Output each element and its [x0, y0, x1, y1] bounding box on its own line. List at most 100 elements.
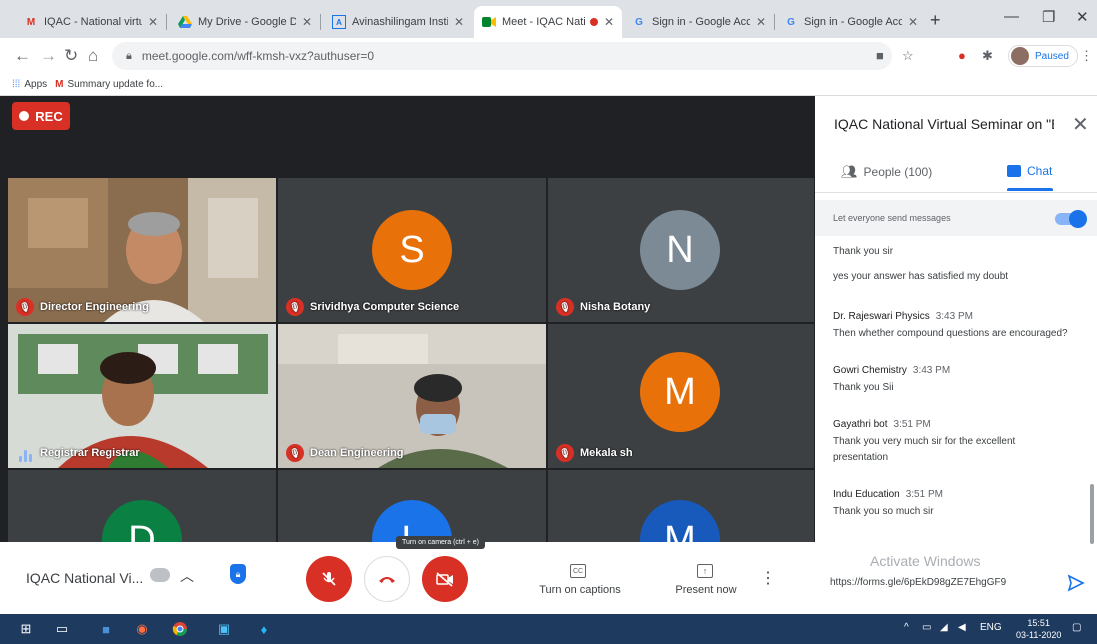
participant-nametag: 🎙︎ Mekala sh [556, 444, 633, 462]
reload-icon[interactable]: ↻ [64, 46, 78, 66]
camera-indicator-icon[interactable]: ■ [876, 48, 884, 63]
participant-tile-srividhya[interactable]: S 🎙︎ Srividhya Computer Science [278, 178, 546, 322]
home-icon[interactable]: ⌂ [88, 46, 98, 66]
record-dot-icon [19, 111, 30, 121]
puzzle-icon[interactable]: ✱ [982, 48, 993, 64]
tray-chevron-icon[interactable]: ^ [904, 622, 909, 633]
restore-icon[interactable]: ❐ [1042, 8, 1055, 26]
participant-name: Srividhya Computer Science [310, 301, 460, 313]
participant-tile-dean[interactable]: 🎙︎ Dean Engineering [278, 324, 546, 468]
message-time: 3:43 PM [935, 311, 973, 322]
participant-tile-director[interactable]: 🎙︎ Director Engineering [8, 178, 276, 322]
tab-title: IQAC - National virtual [44, 16, 142, 28]
chat-composer: https://forms.gle/6pEkD98gZE7EhgGF9 [815, 568, 1097, 604]
call-controls-bar: IQAC National Vi... ︿ 🔒︎ CC Turn on capt… [0, 542, 815, 614]
camera-toggle-button[interactable] [422, 556, 468, 602]
message-time: 3:43 PM [912, 365, 951, 376]
tab-meet[interactable]: Meet - IQAC Natio... ✕ [474, 6, 622, 38]
minimize-icon[interactable]: — [1004, 8, 1019, 25]
meeting-details-icon[interactable] [150, 568, 170, 582]
chat-message-input[interactable]: https://forms.gle/6pEkD98gZE7EhgGF9 [830, 577, 1040, 588]
mic-off-icon [322, 572, 336, 586]
more-options-icon[interactable]: ⋮ [760, 568, 776, 588]
participant-tile-nisha[interactable]: N 🎙︎ Nisha Botany [548, 178, 814, 322]
captions-icon: CC [570, 564, 586, 578]
tab-gmail-iqac[interactable]: M IQAC - National virtual ✕ [16, 6, 166, 38]
close-tab-icon[interactable]: ✕ [908, 15, 918, 29]
present-icon: ↑ [697, 564, 713, 578]
apps-grid-icon: ⁞⁞⁞ [12, 79, 21, 90]
drive-icon [178, 15, 192, 29]
menu-kebab-icon[interactable]: ⋮ [1080, 48, 1093, 64]
lock-icon: 🔒︎ [126, 49, 132, 62]
back-arrow-icon[interactable]: ← [14, 46, 31, 66]
present-now-button[interactable]: Present now [656, 584, 756, 596]
tab-chat[interactable]: Chat [1007, 164, 1052, 178]
avatar: M [640, 352, 720, 432]
camera-off-icon [436, 572, 453, 587]
captions-button[interactable]: Turn on captions [530, 584, 630, 596]
new-tab-button[interactable]: + [930, 10, 941, 31]
tab-avinashilingam[interactable]: A Avinashilingam Instituti... ✕ [324, 6, 472, 38]
send-icon[interactable] [1067, 574, 1085, 592]
close-panel-icon[interactable]: ✕ [1072, 112, 1089, 137]
participant-tile-d[interactable]: D [8, 470, 276, 542]
volume-icon[interactable]: ◀ [958, 622, 966, 633]
url-field[interactable]: 🔒︎ meet.google.com/wff-kmsh-vxz?authuser… [112, 42, 892, 70]
close-tab-icon[interactable]: ✕ [302, 15, 312, 29]
tab-google-signin-2[interactable]: G Sign in - Google Accou... ✕ [776, 6, 926, 38]
camera-tooltip: Turn on camera (ctrl + e) [396, 536, 485, 549]
photos-icon[interactable]: ▣ [216, 621, 232, 637]
panel-title: IQAC National Virtual Seminar on "E... [834, 116, 1054, 132]
bookmark-apps[interactable]: ⁞⁞⁞ Apps [12, 79, 47, 90]
message-time: 3:51 PM [905, 489, 943, 500]
message-text: Thank you so much sir [833, 506, 934, 517]
profile-status: Paused [1035, 50, 1069, 62]
close-tab-icon[interactable]: ✕ [454, 15, 464, 29]
send-messages-setting: Let everyone send messages [815, 200, 1097, 236]
file-explorer-icon[interactable]: ■ [98, 621, 114, 637]
bookmark-label: Summary update fo... [67, 79, 164, 90]
star-icon[interactable]: ☆ [902, 48, 914, 64]
chrome-icon[interactable] [172, 621, 188, 637]
chat-panel: IQAC National Virtual Seminar on "E... ✕… [815, 96, 1097, 614]
tab-label: People (100) [863, 165, 933, 179]
bookmark-summary[interactable]: M Summary update fo... [55, 79, 163, 90]
mic-off-icon: 🎙︎ [286, 444, 304, 462]
participant-tile-registrar[interactable]: Registrar Registrar [8, 324, 276, 468]
meeting-title[interactable]: IQAC National Vi... [26, 570, 143, 586]
message-sender: Indu Education [833, 489, 900, 500]
mic-off-icon: 🎙︎ [286, 298, 304, 316]
battery-icon[interactable]: ▭ [922, 622, 931, 633]
close-tab-icon[interactable]: ✕ [148, 15, 158, 29]
notifications-icon[interactable]: ▢ [1072, 622, 1081, 633]
message-group: Gowri Chemistry 3:43 PM Thank you Sii [833, 360, 1073, 396]
leave-call-button[interactable] [364, 556, 410, 602]
avatar: N [640, 210, 720, 290]
windows-start-icon[interactable]: ⊞ [18, 621, 34, 637]
droplet-app-icon[interactable]: ♦ [256, 621, 272, 637]
chat-scrollbar[interactable] [1090, 484, 1094, 544]
participant-tile-m[interactable]: M [548, 470, 814, 542]
send-messages-toggle[interactable] [1055, 210, 1087, 228]
language-indicator[interactable]: ENG [980, 622, 1002, 633]
tab-google-signin-1[interactable]: G Sign in - Google Accou... ✕ [624, 6, 774, 38]
chevron-up-icon[interactable]: ︿ [180, 566, 194, 586]
profile-button[interactable]: Paused [1008, 45, 1078, 67]
screen: M IQAC - National virtual ✕ My Drive - G… [0, 0, 1097, 644]
media-player-icon[interactable]: ◉ [134, 621, 150, 637]
task-view-icon[interactable]: ▭ [54, 621, 70, 637]
participant-tile-mekala[interactable]: M 🎙︎ Mekala sh [548, 324, 814, 468]
extension-icon[interactable]: ● [958, 48, 966, 63]
close-tab-icon[interactable]: ✕ [756, 15, 766, 29]
tab-drive[interactable]: My Drive - Google Dri... ✕ [170, 6, 320, 38]
tab-people[interactable]: 👥︎ People (100) [841, 164, 932, 180]
participant-tile-l[interactable]: L [278, 470, 546, 542]
forward-arrow-icon[interactable]: → [40, 46, 57, 66]
network-icon[interactable]: ◢ [940, 622, 948, 633]
close-tab-icon[interactable]: ✕ [604, 15, 614, 29]
security-shield-icon[interactable]: 🔒︎ [230, 564, 246, 584]
system-clock[interactable]: 15:51 03-11-2020 [1016, 617, 1061, 641]
window-close-icon[interactable]: ✕ [1076, 8, 1089, 26]
mic-toggle-button[interactable] [306, 556, 352, 602]
